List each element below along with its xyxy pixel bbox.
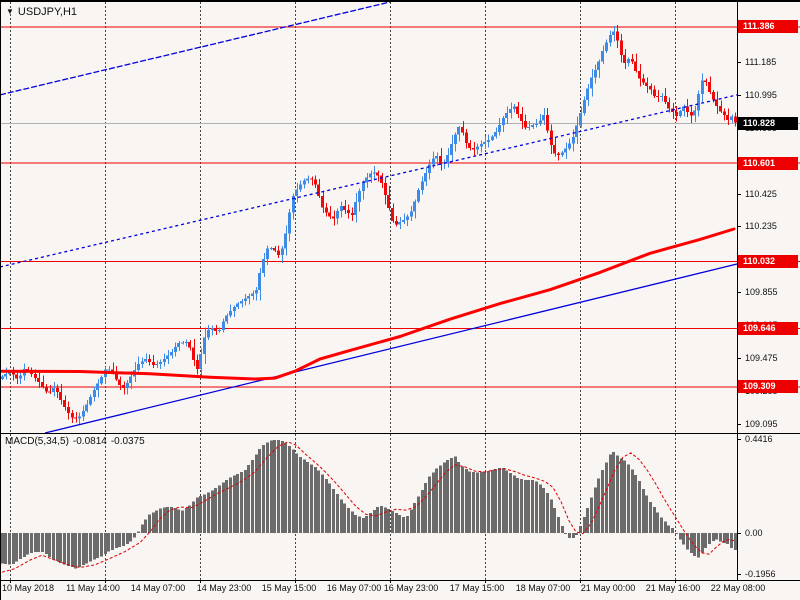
macd-scale-label: 0.4416 [745, 434, 773, 444]
price-tickmark [737, 358, 741, 359]
price-scale[interactable]: 111.375111.185110.995110.805110.615110.4… [737, 2, 800, 433]
macd-tickmark [737, 439, 741, 440]
macd-scale-label: 0.00 [745, 528, 763, 538]
price-tick-label: 111.185 [745, 57, 777, 67]
price-tick-label: 109.855 [745, 287, 778, 297]
chart-canvas[interactable] [0, 2, 800, 600]
time-axis-tick [200, 580, 201, 583]
time-axis-tick [485, 580, 486, 583]
macd-main-value: -0.0814 [72, 436, 107, 447]
current-price-badge: 110.828 [738, 117, 798, 130]
time-gridlines [10, 2, 676, 580]
moving-average-line[interactable] [0, 227, 736, 381]
price-tick-label: 110.235 [745, 221, 777, 231]
price-tick-label: 109.475 [745, 353, 778, 363]
price-tickmark [737, 424, 741, 425]
time-axis-tick [295, 580, 296, 583]
macd-scale-label: -0.1956 [745, 569, 776, 579]
price-tick-label: 110.995 [745, 90, 777, 100]
trendline-mid-channel[interactable] [0, 94, 738, 268]
time-axis-tick [10, 580, 11, 583]
price-level-badge: 109.646 [738, 322, 798, 335]
time-axis-tick [675, 580, 676, 583]
price-level-badge: 109.309 [738, 380, 798, 393]
price-tickmark [737, 194, 741, 195]
price-level-badge: 110.601 [738, 157, 798, 170]
pane-borders [0, 2, 800, 600]
macd-tickmark [737, 574, 741, 575]
macd-scale[interactable]: 0.4416 0.00 -0.1956 [737, 434, 800, 580]
chart-dropdown-icon[interactable]: ▼ [6, 8, 14, 16]
price-level-lines [0, 26, 800, 388]
price-tickmark [737, 226, 741, 227]
time-axis-tick [390, 580, 391, 583]
time-axis-tick [105, 580, 106, 583]
chart-window: ▼ USDJPY,H1 MACD(5,34,5) -0.0814 -0.0375 1… [0, 0, 800, 600]
time-axis-tick [580, 580, 581, 583]
macd-indicator-label: MACD(5,34,5) -0.0814 -0.0375 [5, 436, 149, 447]
time-axis[interactable]: 10 May 2018 11 May 14:00 14 May 07:00 14 Ma… [0, 580, 800, 600]
symbol-period-text: USDJPY,H1 [17, 6, 78, 18]
symbol-period-label[interactable]: ▼ USDJPY,H1 [6, 6, 77, 18]
candlestick-series [1, 24, 737, 425]
price-tickmark [737, 95, 741, 96]
price-tickmark [737, 292, 741, 293]
price-level-badge: 111.386 [738, 20, 798, 33]
macd-indicator-name: MACD(5,34,5) [5, 436, 69, 447]
price-tick-label: 110.425 [745, 189, 777, 199]
price-tickmark [737, 62, 741, 63]
time-axis-label: 22 May 08:00 [710, 583, 766, 593]
macd-histogram [1, 439, 737, 569]
price-tick-label: 109.095 [745, 419, 778, 429]
price-level-badge: 110.032 [738, 255, 798, 268]
macd-tickmark [737, 533, 741, 534]
macd-signal-value: -0.0375 [110, 436, 145, 447]
